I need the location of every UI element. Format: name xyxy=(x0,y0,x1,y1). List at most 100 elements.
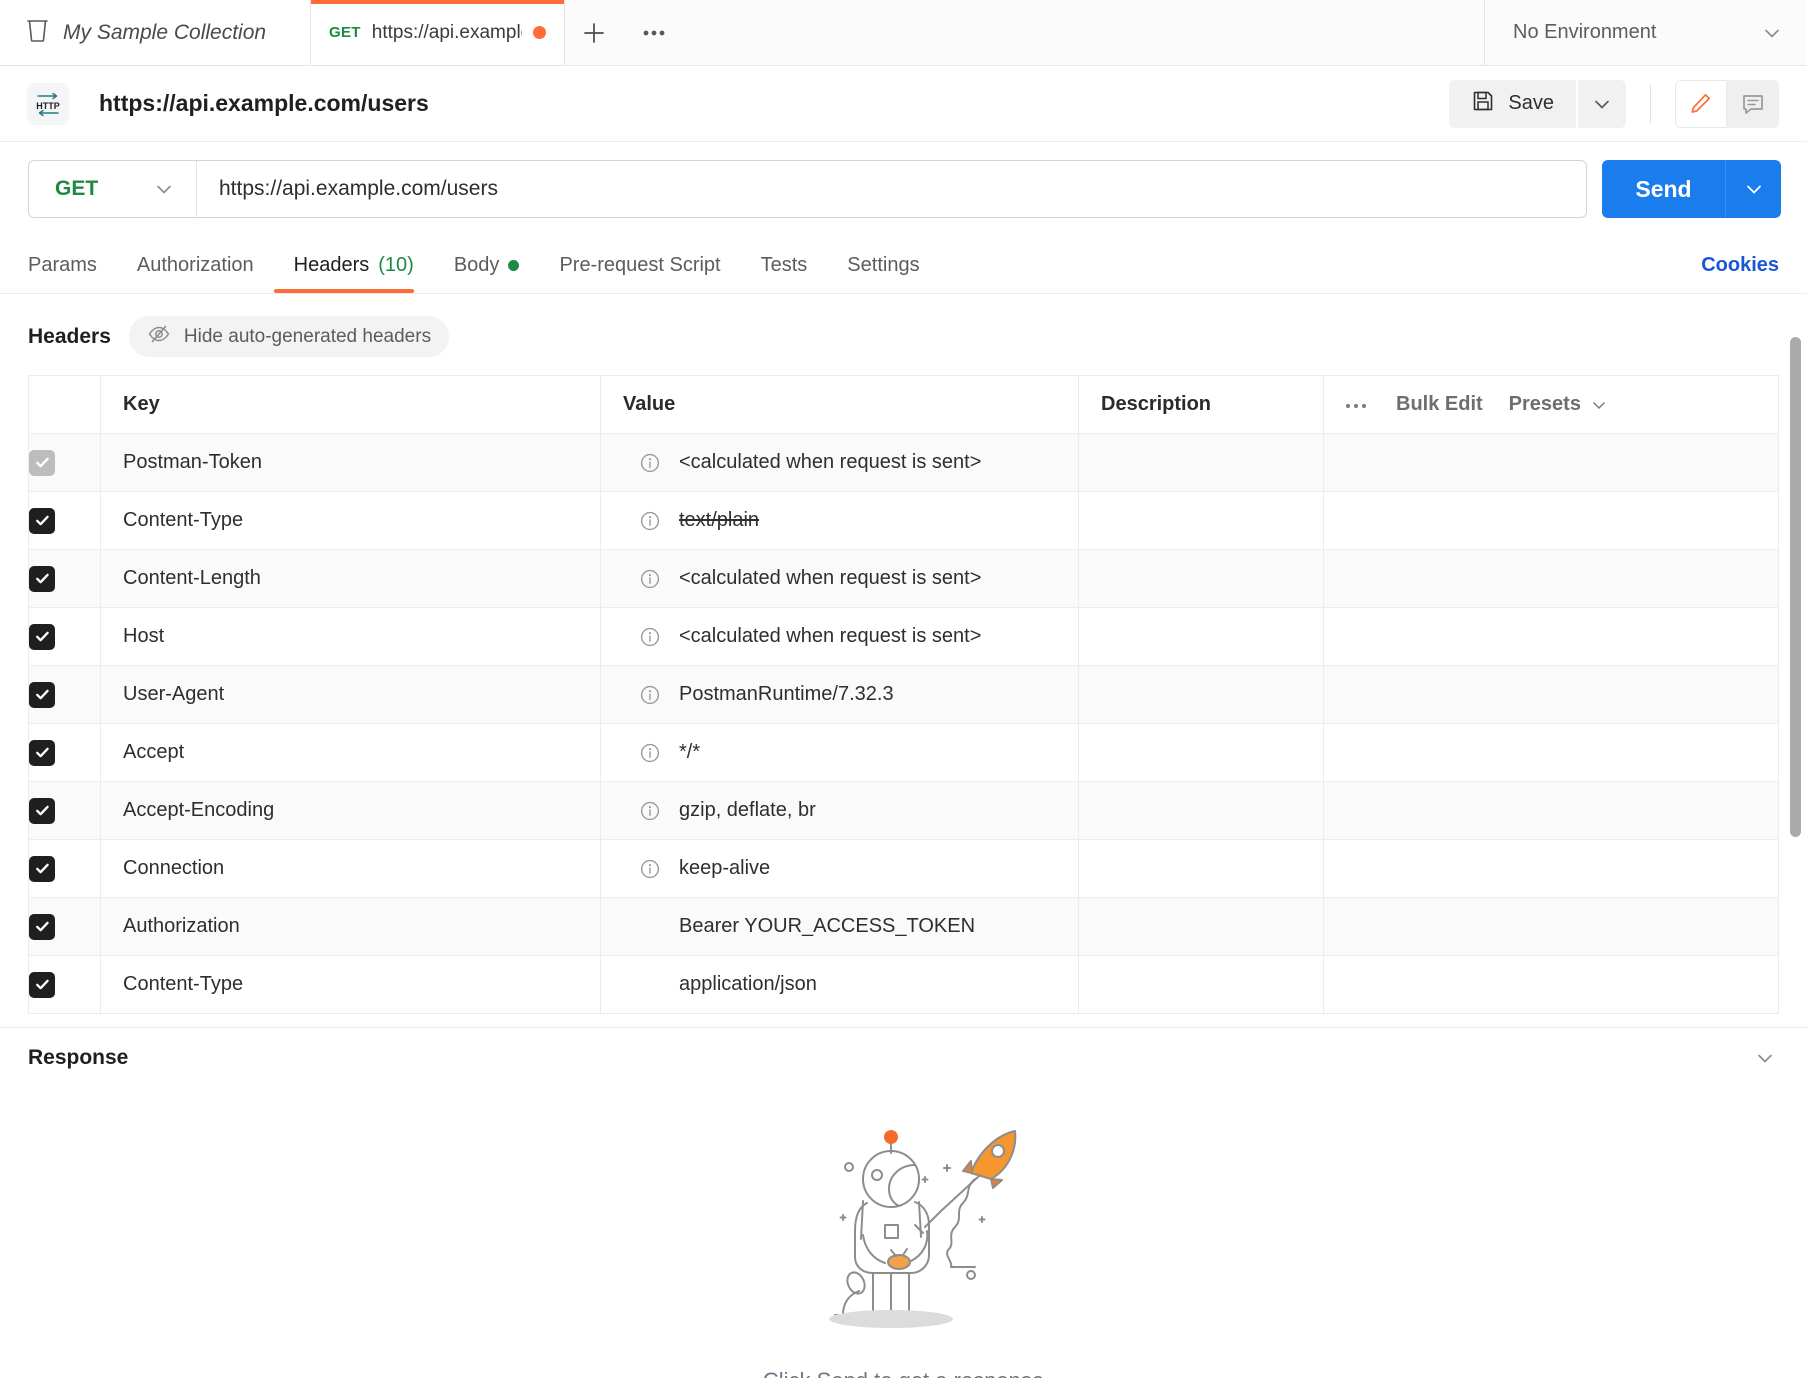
header-description-cell[interactable] xyxy=(1078,549,1324,608)
info-icon[interactable] xyxy=(601,568,679,590)
response-collapse-button[interactable] xyxy=(1753,1046,1777,1070)
hide-auto-generated-headers-toggle[interactable]: Hide auto-generated headers xyxy=(128,316,450,357)
chevron-down-icon xyxy=(1758,1054,1772,1063)
column-header-actions: Bulk Edit Presets xyxy=(1323,375,1779,434)
header-description-cell[interactable] xyxy=(1078,897,1324,956)
checkbox-icon[interactable] xyxy=(29,507,55,534)
header-key-cell[interactable]: Host xyxy=(100,607,601,666)
tab-settings[interactable]: Settings xyxy=(827,238,939,293)
header-value-cell[interactable]: gzip, deflate, br xyxy=(600,781,1079,840)
checkbox-icon[interactable] xyxy=(29,797,55,824)
cookies-link[interactable]: Cookies xyxy=(1701,254,1779,293)
info-icon[interactable] xyxy=(601,742,679,764)
header-description-cell[interactable] xyxy=(1078,839,1324,898)
tab-tests[interactable]: Tests xyxy=(741,238,828,293)
tab-more-button[interactable] xyxy=(623,0,685,65)
header-value-cell[interactable]: <calculated when request is sent> xyxy=(600,607,1079,666)
tab-pre-request-script[interactable]: Pre-request Script xyxy=(539,238,740,293)
http-method-select[interactable]: GET xyxy=(29,161,197,217)
row-enable-checkbox-cell[interactable] xyxy=(28,549,101,608)
header-description-cell[interactable] xyxy=(1078,433,1324,492)
presets-button[interactable]: Presets xyxy=(1509,393,1608,416)
header-value-cell[interactable]: keep-alive xyxy=(600,839,1079,898)
header-divider xyxy=(1650,84,1651,123)
header-value-cell[interactable]: <calculated when request is sent> xyxy=(600,549,1079,608)
header-description-cell[interactable] xyxy=(1078,781,1324,840)
collection-tab[interactable]: My Sample Collection xyxy=(0,0,311,65)
table-row: User-Agent PostmanRuntime/7.32.3 xyxy=(28,665,1779,724)
info-icon[interactable] xyxy=(601,510,679,532)
header-description-cell[interactable] xyxy=(1078,665,1324,724)
table-more-icon[interactable] xyxy=(1344,393,1370,416)
row-enable-checkbox-cell[interactable] xyxy=(28,723,101,782)
save-options-button[interactable] xyxy=(1578,79,1626,128)
info-icon[interactable] xyxy=(601,626,679,648)
edit-request-button[interactable] xyxy=(1675,79,1727,128)
header-key-cell[interactable]: Accept-Encoding xyxy=(100,781,601,840)
header-value-text: Bearer YOUR_ACCESS_TOKEN xyxy=(679,915,976,937)
info-icon[interactable] xyxy=(601,684,679,706)
bulk-edit-button[interactable]: Bulk Edit xyxy=(1396,393,1483,416)
collection-icon xyxy=(26,18,49,48)
header-value-cell[interactable]: */* xyxy=(600,723,1079,782)
header-key-cell[interactable]: Content-Length xyxy=(100,549,601,608)
http-protocol-icon: HTTP xyxy=(27,82,69,125)
checkbox-icon[interactable] xyxy=(29,623,55,650)
row-actions-cell xyxy=(1323,897,1779,956)
environment-selector[interactable]: No Environment xyxy=(1485,0,1807,65)
checkbox-icon[interactable] xyxy=(29,739,55,766)
new-tab-button[interactable] xyxy=(565,0,623,65)
info-icon[interactable] xyxy=(601,452,679,474)
headers-table-scrollbar[interactable] xyxy=(1790,337,1801,837)
row-enable-checkbox-cell[interactable] xyxy=(28,665,101,724)
info-icon[interactable] xyxy=(601,858,679,880)
header-description-cell[interactable] xyxy=(1078,491,1324,550)
collection-tab-label: My Sample Collection xyxy=(63,20,267,44)
header-key-cell[interactable]: Authorization xyxy=(100,897,601,956)
send-options-button[interactable] xyxy=(1725,160,1781,218)
header-value-cell[interactable]: Bearer YOUR_ACCESS_TOKEN xyxy=(600,897,1079,956)
header-value-cell[interactable]: text/plain xyxy=(600,491,1079,550)
header-value-cell[interactable]: PostmanRuntime/7.32.3 xyxy=(600,665,1079,724)
send-button[interactable]: Send xyxy=(1602,160,1725,218)
checkbox-icon[interactable] xyxy=(29,449,55,476)
header-value-text: <calculated when request is sent> xyxy=(679,625,982,647)
tab-authorization[interactable]: Authorization xyxy=(117,238,274,293)
header-description-cell[interactable] xyxy=(1078,955,1324,1014)
tab-body[interactable]: Body xyxy=(434,238,540,293)
tab-headers[interactable]: Headers (10) xyxy=(273,238,434,293)
header-key-cell[interactable]: Content-Type xyxy=(100,491,601,550)
row-actions-cell xyxy=(1323,723,1779,782)
row-enable-checkbox-cell[interactable] xyxy=(28,433,101,492)
header-value-text: gzip, deflate, br xyxy=(679,799,816,821)
header-key-cell[interactable]: Accept xyxy=(100,723,601,782)
row-enable-checkbox-cell[interactable] xyxy=(28,491,101,550)
save-button[interactable]: Save xyxy=(1449,79,1576,128)
response-bar: Response xyxy=(0,1027,1807,1087)
header-key-cell[interactable]: Postman-Token xyxy=(100,433,601,492)
header-description-cell[interactable] xyxy=(1078,723,1324,782)
header-key-cell[interactable]: Content-Type xyxy=(100,955,601,1014)
checkbox-icon[interactable] xyxy=(29,681,55,708)
checkbox-icon[interactable] xyxy=(29,565,55,592)
request-tab[interactable]: GET https://api.example.co xyxy=(311,0,565,65)
row-enable-checkbox-cell[interactable] xyxy=(28,897,101,956)
url-input[interactable] xyxy=(197,161,1586,217)
tab-params[interactable]: Params xyxy=(28,238,117,293)
checkbox-icon[interactable] xyxy=(29,971,55,998)
checkbox-icon[interactable] xyxy=(29,855,55,882)
row-enable-checkbox-cell[interactable] xyxy=(28,955,101,1014)
more-horizontal-icon xyxy=(643,30,665,35)
row-enable-checkbox-cell[interactable] xyxy=(28,607,101,666)
info-icon[interactable] xyxy=(601,800,679,822)
row-enable-checkbox-cell[interactable] xyxy=(28,839,101,898)
header-value-text: <calculated when request is sent> xyxy=(679,567,982,589)
comments-button[interactable] xyxy=(1727,79,1779,128)
header-key-cell[interactable]: User-Agent xyxy=(100,665,601,724)
row-enable-checkbox-cell[interactable] xyxy=(28,781,101,840)
header-description-cell[interactable] xyxy=(1078,607,1324,666)
checkbox-icon[interactable] xyxy=(29,913,55,940)
header-value-cell[interactable]: application/json xyxy=(600,955,1079,1014)
header-key-cell[interactable]: Connection xyxy=(100,839,601,898)
header-value-cell[interactable]: <calculated when request is sent> xyxy=(600,433,1079,492)
